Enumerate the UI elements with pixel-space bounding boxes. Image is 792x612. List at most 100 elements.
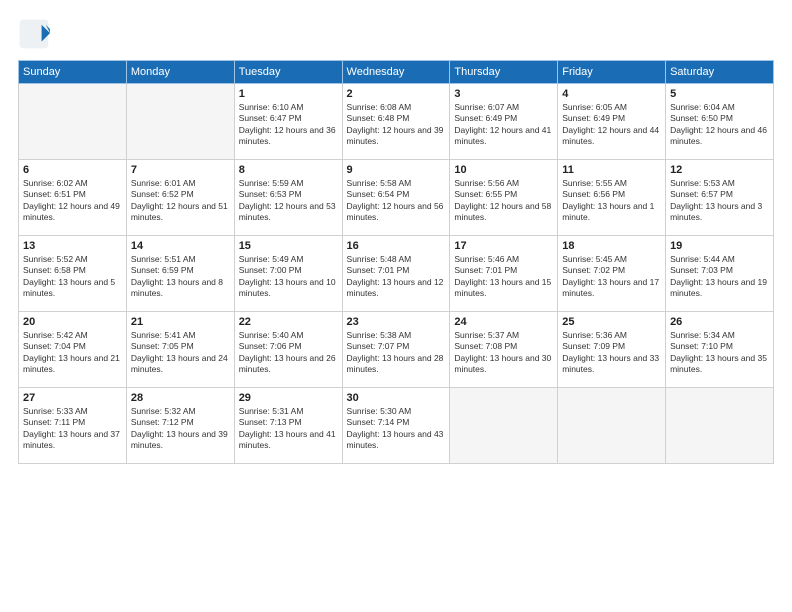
calendar-day-cell: 11 Sunrise: 5:55 AMSunset: 6:56 PMDayligh… <box>558 160 666 236</box>
calendar-table: SundayMondayTuesdayWednesdayThursdayFrid… <box>18 60 774 464</box>
calendar-day-cell: 19 Sunrise: 5:44 AMSunset: 7:03 PMDayligh… <box>666 236 774 312</box>
calendar-header-row: SundayMondayTuesdayWednesdayThursdayFrid… <box>19 61 774 84</box>
calendar-day-cell: 13 Sunrise: 5:52 AMSunset: 6:58 PMDayligh… <box>19 236 127 312</box>
day-number: 25 <box>562 316 661 328</box>
day-number: 29 <box>239 392 338 404</box>
calendar-day-cell: 15 Sunrise: 5:49 AMSunset: 7:00 PMDayligh… <box>234 236 342 312</box>
day-info: Sunrise: 5:31 AMSunset: 7:13 PMDaylight:… <box>239 406 338 452</box>
day-number: 10 <box>454 164 553 176</box>
calendar-day-cell: 7Sunrise: 6:01 AMSunset: 6:52 PMDaylight… <box>126 160 234 236</box>
calendar-day-cell: 23Sunrise: 5:38 AMSunset: 7:07 PMDayligh… <box>342 312 450 388</box>
day-info: Sunrise: 6:07 AMSunset: 6:49 PMDaylight:… <box>454 102 553 148</box>
day-info: Sunrise: 5:37 AMSunset: 7:08 PMDaylight:… <box>454 330 553 376</box>
calendar-week-row: 13 Sunrise: 5:52 AMSunset: 6:58 PMDayligh… <box>19 236 774 312</box>
day-info: Sunrise: 5:59 AMSunset: 6:53 PMDaylight:… <box>239 178 338 224</box>
logo <box>18 18 54 50</box>
day-info: Sunrise: 6:02 AMSunset: 6:51 PMDaylight:… <box>23 178 122 224</box>
calendar-day-cell: 14 Sunrise: 5:51 AMSunset: 6:59 PMDayligh… <box>126 236 234 312</box>
calendar-day-cell: 20 Sunrise: 5:42 AMSunset: 7:04 PMDayligh… <box>19 312 127 388</box>
calendar-day-header: Tuesday <box>234 61 342 84</box>
calendar-day-cell: 10 Sunrise: 5:56 AMSunset: 6:55 PMDayligh… <box>450 160 558 236</box>
calendar-day-header: Sunday <box>19 61 127 84</box>
calendar-week-row: 1 Sunrise: 6:10 AMSunset: 6:47 PMDaylight… <box>19 84 774 160</box>
day-info: Sunrise: 5:33 AMSunset: 7:11 PMDaylight:… <box>23 406 122 452</box>
day-number: 5 <box>670 88 769 100</box>
calendar-day-header: Monday <box>126 61 234 84</box>
day-info: Sunrise: 5:41 AMSunset: 7:05 PMDaylight:… <box>131 330 230 376</box>
day-info: Sunrise: 5:46 AMSunset: 7:01 PMDaylight:… <box>454 254 553 300</box>
day-info: Sunrise: 5:45 AMSunset: 7:02 PMDaylight:… <box>562 254 661 300</box>
day-number: 22 <box>239 316 338 328</box>
calendar-day-cell: 2 Sunrise: 6:08 AMSunset: 6:48 PMDaylight… <box>342 84 450 160</box>
day-number: 1 <box>239 88 338 100</box>
day-info: Sunrise: 5:34 AMSunset: 7:10 PMDaylight:… <box>670 330 769 376</box>
calendar-week-row: 20 Sunrise: 5:42 AMSunset: 7:04 PMDayligh… <box>19 312 774 388</box>
day-number: 3 <box>454 88 553 100</box>
calendar-day-header: Saturday <box>666 61 774 84</box>
calendar-day-cell <box>666 388 774 464</box>
day-info: Sunrise: 5:51 AMSunset: 6:59 PMDaylight:… <box>131 254 230 300</box>
calendar-day-cell: 24 Sunrise: 5:37 AMSunset: 7:08 PMDayligh… <box>450 312 558 388</box>
calendar-day-header: Wednesday <box>342 61 450 84</box>
logo-icon <box>18 18 50 50</box>
calendar-day-cell <box>450 388 558 464</box>
day-info: Sunrise: 6:01 AMSunset: 6:52 PMDaylight:… <box>131 178 230 224</box>
calendar-week-row: 6 Sunrise: 6:02 AMSunset: 6:51 PMDaylight… <box>19 160 774 236</box>
calendar-day-cell: 6 Sunrise: 6:02 AMSunset: 6:51 PMDaylight… <box>19 160 127 236</box>
calendar-day-header: Thursday <box>450 61 558 84</box>
day-info: Sunrise: 5:58 AMSunset: 6:54 PMDaylight:… <box>347 178 446 224</box>
calendar-day-header: Friday <box>558 61 666 84</box>
day-number: 24 <box>454 316 553 328</box>
day-info: Sunrise: 5:32 AMSunset: 7:12 PMDaylight:… <box>131 406 230 452</box>
day-info: Sunrise: 6:04 AMSunset: 6:50 PMDaylight:… <box>670 102 769 148</box>
day-number: 28 <box>131 392 230 404</box>
day-info: Sunrise: 5:36 AMSunset: 7:09 PMDaylight:… <box>562 330 661 376</box>
calendar-day-cell <box>558 388 666 464</box>
day-number: 14 <box>131 240 230 252</box>
calendar-day-cell: 21 Sunrise: 5:41 AMSunset: 7:05 PMDayligh… <box>126 312 234 388</box>
day-number: 27 <box>23 392 122 404</box>
day-number: 26 <box>670 316 769 328</box>
calendar-day-cell: 29 Sunrise: 5:31 AMSunset: 7:13 PMDayligh… <box>234 388 342 464</box>
calendar-day-cell: 25 Sunrise: 5:36 AMSunset: 7:09 PMDayligh… <box>558 312 666 388</box>
day-number: 18 <box>562 240 661 252</box>
day-info: Sunrise: 5:40 AMSunset: 7:06 PMDaylight:… <box>239 330 338 376</box>
calendar-day-cell: 16Sunrise: 5:48 AMSunset: 7:01 PMDayligh… <box>342 236 450 312</box>
day-info: Sunrise: 5:48 AMSunset: 7:01 PMDaylight:… <box>347 254 446 300</box>
day-info: Sunrise: 5:30 AMSunset: 7:14 PMDaylight:… <box>347 406 446 452</box>
calendar-day-cell: 18 Sunrise: 5:45 AMSunset: 7:02 PMDayligh… <box>558 236 666 312</box>
day-number: 15 <box>239 240 338 252</box>
day-number: 4 <box>562 88 661 100</box>
day-number: 11 <box>562 164 661 176</box>
day-info: Sunrise: 5:49 AMSunset: 7:00 PMDaylight:… <box>239 254 338 300</box>
day-info: Sunrise: 5:38 AMSunset: 7:07 PMDaylight:… <box>347 330 446 376</box>
calendar-day-cell: 17 Sunrise: 5:46 AMSunset: 7:01 PMDayligh… <box>450 236 558 312</box>
calendar-day-cell: 27 Sunrise: 5:33 AMSunset: 7:11 PMDayligh… <box>19 388 127 464</box>
calendar-day-cell: 26 Sunrise: 5:34 AMSunset: 7:10 PMDayligh… <box>666 312 774 388</box>
page: SundayMondayTuesdayWednesdayThursdayFrid… <box>0 0 792 612</box>
day-number: 21 <box>131 316 230 328</box>
day-number: 6 <box>23 164 122 176</box>
calendar-day-cell: 3 Sunrise: 6:07 AMSunset: 6:49 PMDaylight… <box>450 84 558 160</box>
calendar-day-cell: 30Sunrise: 5:30 AMSunset: 7:14 PMDayligh… <box>342 388 450 464</box>
day-info: Sunrise: 6:08 AMSunset: 6:48 PMDaylight:… <box>347 102 446 148</box>
day-info: Sunrise: 5:52 AMSunset: 6:58 PMDaylight:… <box>23 254 122 300</box>
header <box>18 18 774 50</box>
day-number: 13 <box>23 240 122 252</box>
day-info: Sunrise: 5:55 AMSunset: 6:56 PMDaylight:… <box>562 178 661 224</box>
day-number: 20 <box>23 316 122 328</box>
calendar-day-cell <box>126 84 234 160</box>
day-info: Sunrise: 5:42 AMSunset: 7:04 PMDaylight:… <box>23 330 122 376</box>
day-number: 9 <box>347 164 446 176</box>
day-info: Sunrise: 6:10 AMSunset: 6:47 PMDaylight:… <box>239 102 338 148</box>
day-info: Sunrise: 5:44 AMSunset: 7:03 PMDaylight:… <box>670 254 769 300</box>
calendar-day-cell: 22 Sunrise: 5:40 AMSunset: 7:06 PMDayligh… <box>234 312 342 388</box>
day-number: 19 <box>670 240 769 252</box>
day-number: 8 <box>239 164 338 176</box>
day-info: Sunrise: 5:56 AMSunset: 6:55 PMDaylight:… <box>454 178 553 224</box>
day-number: 2 <box>347 88 446 100</box>
calendar-day-cell: 8 Sunrise: 5:59 AMSunset: 6:53 PMDaylight… <box>234 160 342 236</box>
day-number: 17 <box>454 240 553 252</box>
calendar-day-cell <box>19 84 127 160</box>
day-info: Sunrise: 5:53 AMSunset: 6:57 PMDaylight:… <box>670 178 769 224</box>
